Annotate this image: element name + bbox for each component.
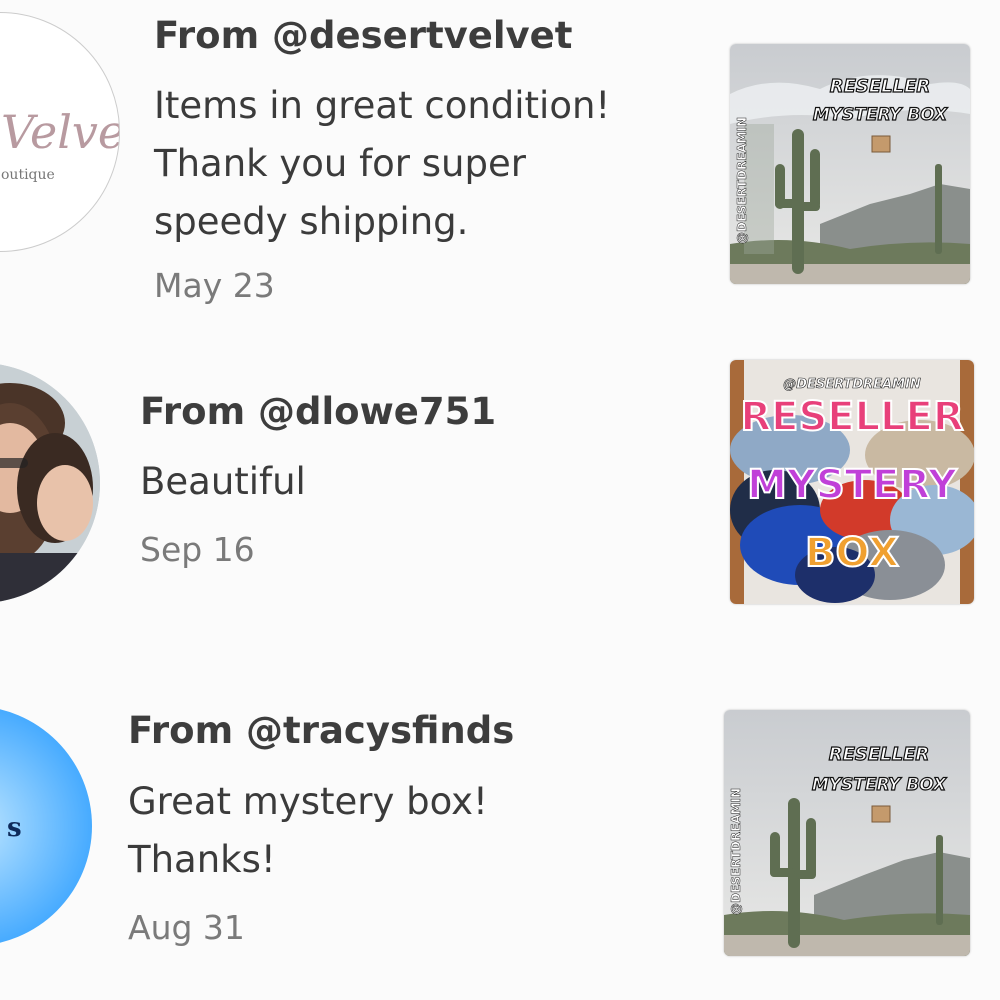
thumbnail-handle: @DESERTDREAMIN bbox=[783, 377, 921, 392]
review-message-line: Beautiful bbox=[140, 460, 306, 503]
avatar[interactable]: Velvet outique bbox=[0, 12, 120, 252]
thumbnail-side-handle: @DESERTDREAMIN bbox=[735, 117, 749, 244]
thumbnail-title-line2: MYSTERY BOX bbox=[813, 105, 948, 125]
reviewer-handle[interactable]: From @desertvelvet bbox=[154, 14, 572, 57]
product-thumbnail[interactable]: RESELLER MYSTERY BOX @DESERTDREAMIN bbox=[730, 44, 970, 284]
review-item[interactable]: From @dlowe751 Beautiful Sep 16 @DESERTD… bbox=[0, 330, 1000, 630]
review-message-line: Thanks! bbox=[128, 838, 276, 881]
review-message-line: Items in great condition! bbox=[154, 84, 611, 127]
review-message-line: speedy shipping. bbox=[154, 200, 469, 243]
avatar[interactable] bbox=[0, 363, 100, 603]
avatar[interactable]: s bbox=[0, 706, 92, 946]
review-message: Items in great condition! Thank you for … bbox=[154, 77, 610, 251]
thumbnail-title-line1: RESELLER bbox=[829, 744, 930, 765]
review-date: May 23 bbox=[154, 266, 275, 305]
thumbnail-word-2: MYSTERY bbox=[747, 462, 958, 508]
review-item[interactable]: Velvet outique From @desertvelvet Items … bbox=[0, 0, 1000, 320]
review-item[interactable]: s From @tracysfinds Great mystery box! T… bbox=[0, 680, 1000, 1000]
avatar-logo-text: Velvet bbox=[1, 105, 119, 159]
review-message-line: Great mystery box! bbox=[128, 780, 488, 823]
avatar-logo-subtext: outique bbox=[1, 167, 55, 183]
product-thumbnail[interactable]: @DESERTDREAMIN RESELLER MYSTERY BOX bbox=[730, 360, 974, 604]
thumbnail-word-3: BOX bbox=[805, 530, 899, 576]
review-date: Sep 16 bbox=[140, 530, 255, 569]
review-message-line: Thank you for super bbox=[154, 142, 526, 185]
thumbnail-title-line1: RESELLER bbox=[830, 76, 931, 97]
thumbnail-word-1: RESELLER bbox=[740, 394, 963, 440]
review-date: Aug 31 bbox=[128, 908, 245, 947]
product-thumbnail[interactable]: RESELLER MYSTERY BOX @DESERTDREAMIN bbox=[724, 710, 970, 956]
review-message: Beautiful bbox=[140, 453, 306, 511]
reviewer-handle[interactable]: From @tracysfinds bbox=[128, 709, 514, 752]
avatar-logo-text: s bbox=[7, 813, 22, 843]
review-message: Great mystery box! Thanks! bbox=[128, 773, 488, 889]
thumbnail-title-line2: MYSTERY BOX bbox=[812, 775, 947, 795]
thumbnail-side-handle: @DESERTDREAMIN bbox=[729, 788, 743, 915]
reviews-list: Velvet outique From @desertvelvet Items … bbox=[0, 0, 1000, 1000]
reviewer-handle[interactable]: From @dlowe751 bbox=[140, 390, 496, 433]
